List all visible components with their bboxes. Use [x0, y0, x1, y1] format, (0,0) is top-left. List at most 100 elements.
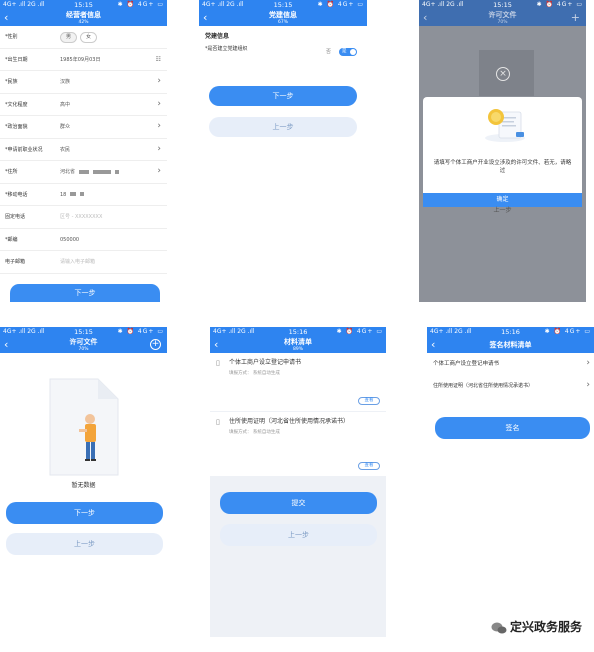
view-button[interactable]: 查看: [358, 397, 380, 405]
chevron-right-icon: ›: [157, 76, 161, 86]
battery-indicator: ✱ ⏰ 4G+ ▭: [536, 1, 583, 8]
sign-item[interactable]: 住所使用证明（河北省住所使用情况承诺书） ›: [427, 375, 594, 397]
nav-bar: ‹ 材料清单 89%: [210, 337, 386, 353]
field-value: 群众: [60, 124, 71, 130]
form-list: *性别 男女 *出生日期 1985年09月03日 ☷ *民族 汉族 › *文化程…: [0, 26, 167, 274]
field-education[interactable]: *文化程度 高中 ›: [0, 94, 167, 116]
field-gender: *性别 男女: [0, 26, 167, 49]
field-postcode[interactable]: *邮编 050000: [0, 229, 167, 251]
screen-sign-materials: 4G+ .ıll 2G .ıll 15:16 ✱ ⏰ 4G+ ▭ ‹ 签名材料清…: [427, 327, 594, 447]
chevron-right-icon: ›: [157, 121, 161, 131]
permit-modal: 请填写个体工商户开业设立涉及的许可文件、若无，请略过 确定: [423, 97, 582, 207]
page-title: 许可文件: [488, 11, 517, 19]
field-label: *文化程度: [5, 101, 28, 108]
status-bar: 4G+ .ıll 2G .ıll 15:15 ✱ ⏰ 4G+ ▭: [419, 0, 586, 10]
back-arrow-icon[interactable]: ‹: [214, 338, 218, 352]
battery-indicator: ✱ ⏰ 4G+ ▭: [336, 328, 383, 335]
sign-button[interactable]: 签名: [435, 417, 590, 439]
document-icon: ▯: [216, 359, 220, 367]
redaction-block: [93, 169, 112, 174]
screen-materials-list: 4G+ .ıll 2G .ıll 15:16 ✱ ⏰ 4G+ ▭ ‹ 材料清单 …: [210, 327, 386, 637]
previous-button[interactable]: 上一步: [209, 117, 357, 137]
field-landline[interactable]: 固定电话 区号 - XXXXXXXX: [0, 206, 167, 229]
gender-male-option[interactable]: 男: [60, 32, 78, 43]
field-value: 河北省: [60, 169, 76, 175]
field-birthdate[interactable]: *出生日期 1985年09月03日 ☷: [0, 49, 167, 71]
field-value: 050000: [60, 236, 80, 243]
back-arrow-icon[interactable]: ‹: [4, 338, 8, 352]
empty-state-text: 暂无数据: [71, 482, 96, 489]
redaction-block: [80, 192, 85, 196]
status-bar: 4G+ .ıll 2G .ıll 15:15 ✱ ⏰ 4G+ ▭: [0, 327, 167, 337]
field-value-wrap: 18: [60, 184, 85, 206]
calendar-icon: ☷: [155, 55, 161, 63]
back-arrow-icon[interactable]: ‹: [203, 11, 207, 25]
sign-item-label: 个体工商户设立登记申请书: [433, 361, 500, 367]
field-value: 高中: [60, 101, 71, 108]
progress-text: 89%: [292, 347, 303, 352]
next-button[interactable]: 下一步: [209, 86, 357, 106]
field-occupation[interactable]: *申请前职业状况 农民 ›: [0, 139, 167, 161]
sign-item-label: 住所使用证明（河北省住所使用情况承诺书）: [433, 383, 534, 389]
material-name: 住所使用证明（河北省住所使用情况承诺书）: [229, 418, 350, 425]
page-title: 材料清单: [284, 338, 312, 346]
close-icon[interactable]: ×: [496, 67, 510, 81]
page-title: 许可文件: [69, 338, 98, 346]
chevron-right-icon: ›: [586, 358, 590, 368]
section-heading: 党建信息: [205, 33, 230, 40]
next-button[interactable]: 下一步: [6, 502, 163, 524]
redaction-block: [70, 192, 77, 196]
field-political-status[interactable]: *政治面貌 群众 ›: [0, 116, 167, 139]
material-item: ▯ 住所使用证明（河北省住所使用情况承诺书） 填报方式： 系统自动生成 查看: [210, 412, 386, 476]
field-label: *性别: [5, 34, 18, 40]
chevron-right-icon: ›: [586, 380, 590, 390]
page-title: 经营者信息: [66, 11, 101, 19]
back-arrow-icon[interactable]: ‹: [431, 338, 435, 352]
previous-button[interactable]: 上一步: [6, 533, 163, 555]
screen-operator-info: 4G+ .ıll 2G .ıll 15:15 ✱ ⏰ 4G+ ▭ ‹ 经营者信息…: [0, 0, 167, 302]
gender-female-option[interactable]: 女: [80, 32, 98, 43]
watermark-text: 定兴政务服务: [509, 620, 582, 634]
screen-party-info: 4G+ .ıll 2G .ıll 15:15 ✱ ⏰ 4G+ ▭ ‹ 党建信息 …: [199, 0, 367, 302]
material-method: 填报方式： 系统自动生成: [229, 430, 280, 435]
page-title: 党建信息: [269, 11, 297, 19]
field-placeholder: 区号 - XXXXXXXX: [60, 214, 103, 220]
empty-state-illustration-icon: [49, 378, 119, 476]
field-value: 1985年09月03日: [60, 56, 101, 63]
field-ethnicity[interactable]: *民族 汉族 ›: [0, 71, 167, 94]
add-icon[interactable]: +: [571, 11, 580, 25]
previous-button[interactable]: 上一步: [220, 524, 377, 546]
material-method: 填报方式： 系统自动生成: [229, 371, 280, 376]
material-item: ▯ 个体工商户设立登记申请书 填报方式： 系统自动生成 查看: [210, 353, 386, 411]
submit-button[interactable]: 提交: [220, 492, 377, 514]
nav-bar: ‹ 经营者信息 42%: [0, 10, 167, 26]
field-label: 固定电话: [5, 214, 26, 220]
document-icon: ▯: [216, 418, 220, 426]
back-arrow-icon[interactable]: ‹: [4, 11, 8, 25]
field-address[interactable]: *住所 河北省 ›: [0, 161, 167, 184]
progress-text: 70%: [497, 20, 508, 25]
view-button[interactable]: 查看: [358, 462, 380, 470]
field-placeholder: 请输入电子邮箱: [60, 259, 96, 265]
field-value: 农民: [60, 146, 71, 153]
sign-item[interactable]: 个体工商户设立登记申请书 ›: [427, 353, 594, 375]
redaction-block: [79, 169, 90, 174]
field-label: *住所: [5, 169, 18, 175]
next-button[interactable]: 下一步: [10, 284, 160, 302]
page-title: 签名材料清单: [489, 341, 532, 349]
wechat-icon: [491, 622, 507, 633]
field-label: *移动电话: [5, 191, 28, 198]
add-icon[interactable]: +: [150, 339, 161, 350]
field-mobile[interactable]: *移动电话 18: [0, 184, 167, 206]
status-bar: 4G+ .ıll 2G .ıll 15:16 ✱ ⏰ 4G+ ▭: [210, 327, 386, 337]
status-bar: 4G+ .ıll 2G .ıll 15:15 ✱ ⏰ 4G+ ▭: [199, 0, 367, 10]
battery-indicator: ✱ ⏰ 4G+ ▭: [544, 328, 591, 335]
field-label: *民族: [5, 79, 18, 85]
field-label: 电子邮箱: [5, 259, 26, 265]
back-arrow-icon[interactable]: ‹: [423, 11, 427, 25]
material-name: 个体工商户设立登记申请书: [229, 359, 302, 366]
field-label: *是否建立党建组织: [205, 46, 248, 52]
battery-indicator: ✱ ⏰ 4G+ ▭: [117, 328, 164, 335]
progress-text: 67%: [277, 20, 288, 25]
field-email[interactable]: 电子邮箱 请输入电子邮箱: [0, 251, 167, 274]
